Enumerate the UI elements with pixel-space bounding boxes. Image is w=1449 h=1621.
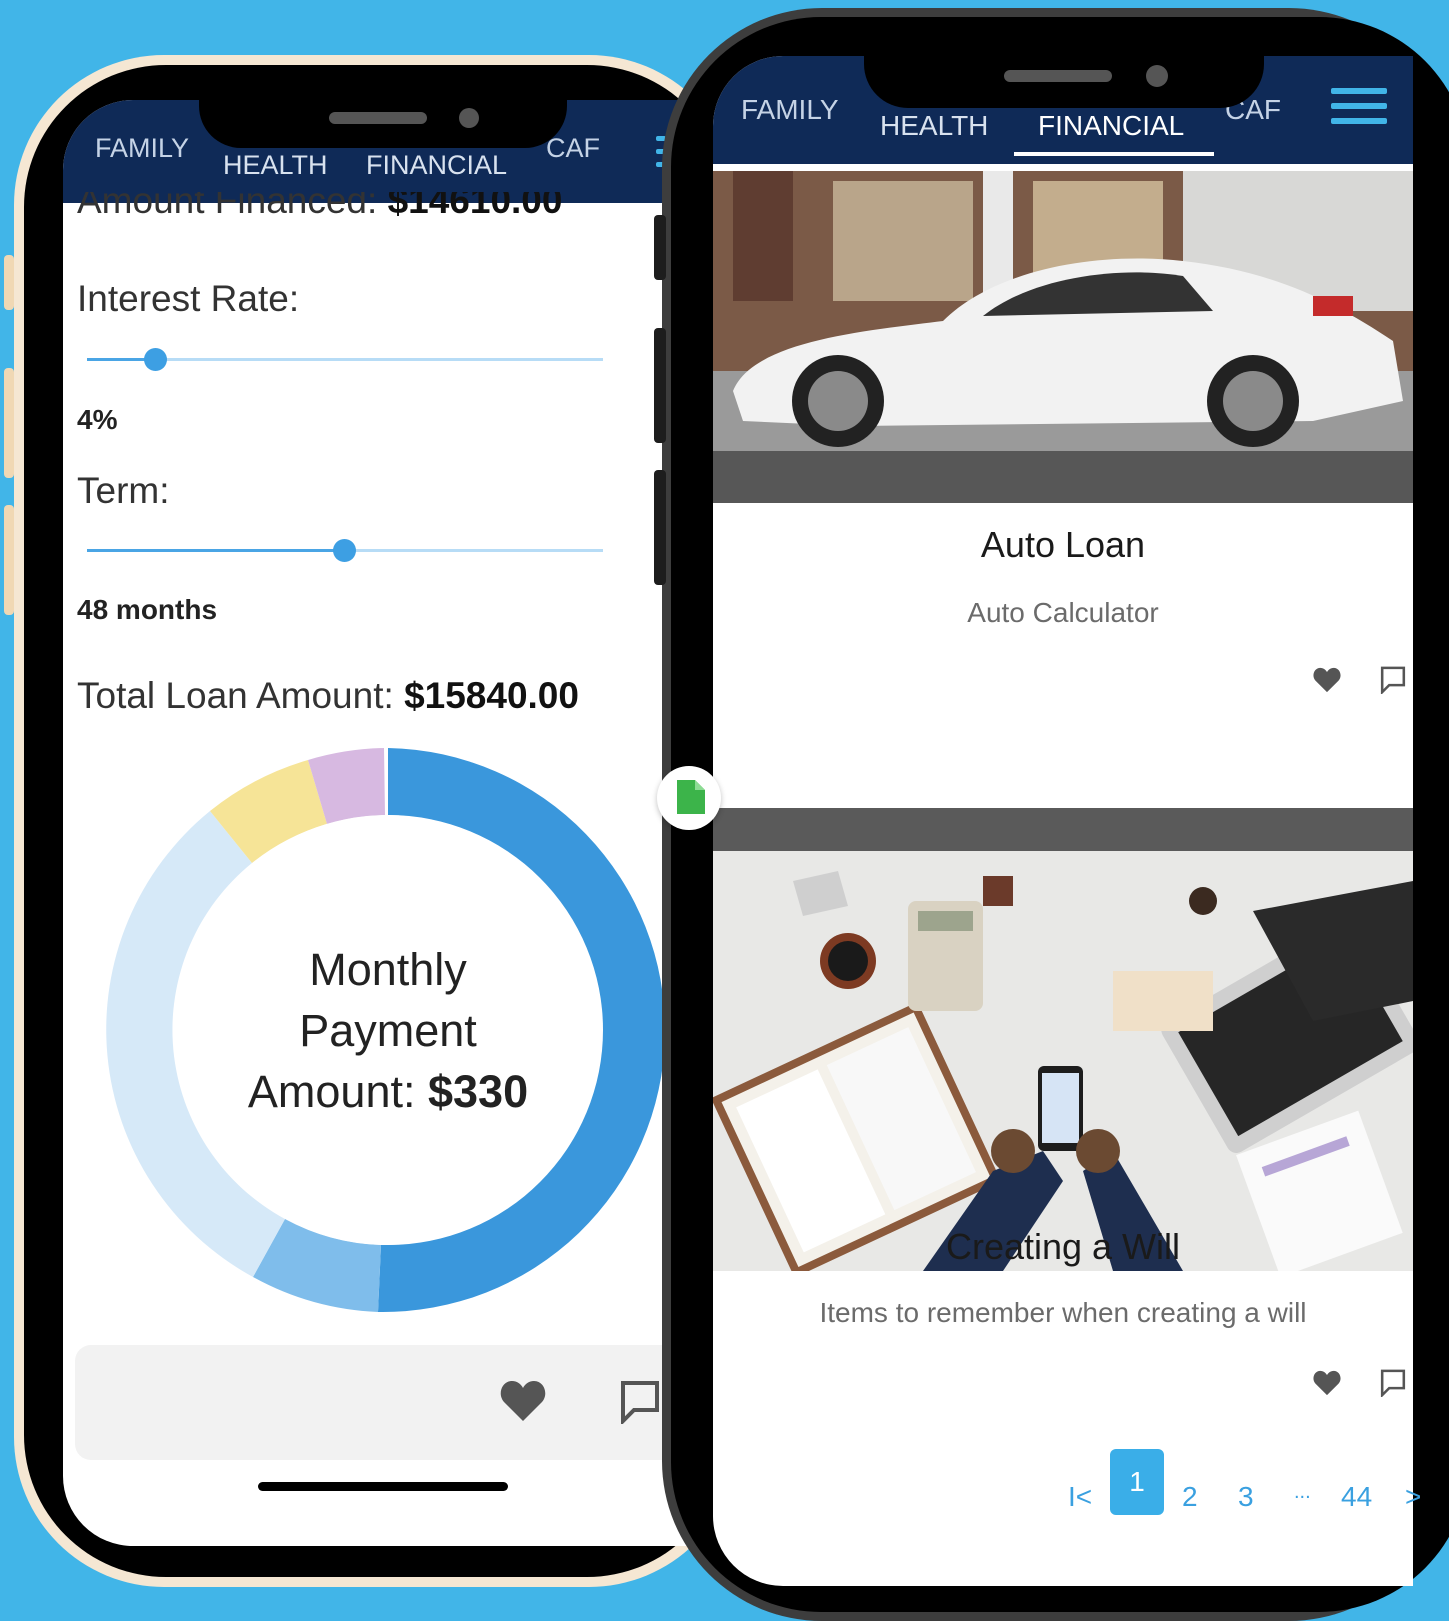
monthly-payment-line1: Monthly	[309, 943, 467, 995]
comment-icon[interactable]	[1380, 1369, 1406, 1397]
tab-financial[interactable]: FINANCIAL	[1038, 110, 1184, 142]
monthly-payment-line3: Amount: $330	[248, 1061, 528, 1122]
auto-loan-image[interactable]	[713, 171, 1413, 503]
monthly-payment-value: $330	[427, 1065, 529, 1117]
home-indicator	[258, 1482, 508, 1491]
creating-will-image[interactable]	[713, 851, 1413, 1271]
page-2-button[interactable]: 2	[1182, 1481, 1198, 1513]
front-camera	[1146, 65, 1168, 87]
tab-health[interactable]: HEALTH	[223, 150, 328, 181]
card-title-auto-loan[interactable]: Auto Loan	[713, 524, 1413, 566]
card-subtitle-auto-loan: Auto Calculator	[967, 597, 1159, 628]
comment-icon[interactable]	[620, 1380, 660, 1424]
page-1-button[interactable]: 1	[1110, 1449, 1164, 1515]
card-subtitle-creating-will: Items to remember when creating a will	[819, 1297, 1307, 1328]
total-loan-label: Total Loan Amount:	[77, 675, 405, 716]
tab-health[interactable]: HEALTH	[880, 110, 988, 142]
amount-financed-label: Amount Financed:	[77, 192, 388, 221]
speaker-grille	[1004, 70, 1112, 82]
card-image-top-band	[713, 808, 1413, 853]
desk-photo	[713, 851, 1413, 1271]
first-page-button[interactable]: I<	[1068, 1481, 1092, 1513]
interest-rate-slider-thumb[interactable]	[144, 348, 167, 371]
comment-icon[interactable]	[1380, 666, 1406, 694]
payment-donut-chart: Monthly Payment Amount: $330	[103, 745, 673, 1315]
amount-financed: Amount Financed: $14610.00	[77, 192, 562, 230]
monthly-payment-text: Monthly Payment Amount: $330	[103, 745, 673, 1315]
next-page-button[interactable]: >	[1405, 1481, 1421, 1513]
left-phone-notch	[199, 100, 567, 148]
speaker-grille	[329, 112, 427, 124]
interest-rate-slider[interactable]	[87, 348, 603, 371]
interest-rate-label: Interest Rate:	[77, 278, 300, 319]
term-slider-thumb[interactable]	[333, 539, 356, 562]
tab-financial[interactable]: FINANCIAL	[366, 150, 507, 181]
card-actions-bar	[75, 1345, 703, 1460]
menu-icon[interactable]	[1331, 88, 1387, 128]
left-screen: FAMILY HEALTH FINANCIAL CAF Amount Finan…	[63, 100, 703, 1546]
term-value: 48 months	[77, 594, 218, 625]
active-tab-indicator	[1014, 152, 1214, 156]
amount-financed-value: $14610.00	[387, 192, 563, 221]
file-icon	[677, 780, 705, 814]
term-slider-fill	[87, 549, 345, 552]
total-loan-amount: Total Loan Amount: $15840.00	[77, 675, 579, 717]
monthly-payment-label: Amount:	[247, 1065, 428, 1117]
right-phone-volume-down	[654, 470, 666, 585]
total-loan-value: $15840.00	[404, 675, 579, 716]
card-title-creating-will[interactable]: Creating a Will	[713, 1226, 1413, 1268]
volume-up-button	[4, 368, 14, 478]
right-phone-notch	[864, 56, 1264, 108]
monthly-payment-line2: Payment	[299, 1004, 477, 1056]
heart-icon[interactable]	[500, 1380, 546, 1422]
mute-switch	[4, 255, 14, 310]
tab-family[interactable]: FAMILY	[95, 133, 189, 164]
page-44-button[interactable]: 44	[1341, 1481, 1372, 1513]
document-badge[interactable]	[657, 766, 721, 830]
heart-icon[interactable]	[1313, 667, 1341, 693]
pagination-ellipsis: ...	[1294, 1481, 1311, 1503]
right-phone-volume-up	[654, 328, 666, 443]
term-label: Term:	[77, 470, 170, 511]
right-phone-mute-switch	[654, 215, 666, 280]
right-screen: FAMILY HEALTH FINANCIAL CAF Auto Loan Au…	[713, 56, 1413, 1586]
car-photo	[713, 171, 1413, 503]
front-camera	[459, 108, 479, 128]
tab-caf[interactable]: CAF	[546, 133, 600, 164]
tab-family[interactable]: FAMILY	[741, 94, 839, 126]
volume-down-button	[4, 505, 14, 615]
heart-icon[interactable]	[1313, 1370, 1341, 1396]
interest-rate-value: 4%	[77, 404, 118, 435]
page-3-button[interactable]: 3	[1238, 1481, 1254, 1513]
term-slider[interactable]	[87, 539, 603, 562]
